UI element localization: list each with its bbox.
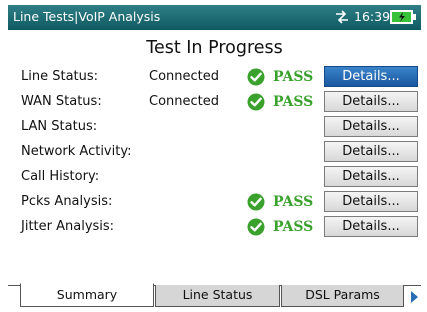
- details-button-pcks-analysis[interactable]: Details...: [324, 191, 418, 212]
- pass-indicator: PASS: [247, 192, 313, 212]
- row-label: Jitter Analysis:: [21, 219, 115, 234]
- check-circle-icon: [247, 93, 265, 111]
- pass-label: PASS: [273, 69, 314, 85]
- details-button-lan-status[interactable]: Details...: [324, 116, 418, 137]
- row-line-status: Line Status: Connected PASS Details...: [8, 66, 421, 88]
- row-label: Pcks Analysis:: [21, 194, 113, 209]
- device-screen: Line Tests|VoIP Analysis 16:39 Test In P…: [8, 5, 421, 307]
- pass-label: PASS: [273, 94, 314, 110]
- check-circle-icon: [247, 218, 265, 236]
- scroll-right-icon[interactable]: [406, 286, 421, 307]
- pass-label: PASS: [273, 194, 314, 210]
- details-button-network-activity[interactable]: Details...: [324, 141, 418, 162]
- details-button-line-status[interactable]: Details...: [324, 66, 418, 87]
- pass-label: PASS: [273, 219, 314, 235]
- pass-indicator: PASS: [247, 217, 313, 237]
- page-title: Test In Progress: [146, 38, 283, 58]
- battery-charging-icon: [390, 10, 416, 24]
- row-pcks-analysis: Pcks Analysis: PASS Details...: [8, 191, 421, 213]
- clock: 16:39: [354, 9, 391, 24]
- row-call-history: Call History: Details...: [8, 166, 421, 188]
- row-label: Line Status:: [21, 69, 99, 84]
- row-lan-status: LAN Status: Details...: [8, 116, 421, 138]
- network-arrows-icon: [335, 10, 349, 24]
- details-button-jitter-analysis[interactable]: Details...: [324, 216, 418, 237]
- row-value: Connected: [149, 69, 220, 84]
- tab-line-status[interactable]: Line Status: [155, 285, 280, 307]
- row-wan-status: WAN Status: Connected PASS Details...: [8, 91, 421, 113]
- row-network-activity: Network Activity: Details...: [8, 141, 421, 163]
- tab-dsl-params[interactable]: DSL Params: [281, 285, 404, 307]
- row-label: LAN Status:: [21, 119, 98, 134]
- details-button-wan-status[interactable]: Details...: [324, 91, 418, 112]
- window-title: Line Tests|VoIP Analysis: [13, 9, 161, 24]
- row-jitter-analysis: Jitter Analysis: PASS Details...: [8, 216, 421, 238]
- tab-bar: Summary Line Status DSL Params: [8, 283, 421, 307]
- row-label: Call History:: [21, 169, 100, 184]
- title-bar: Line Tests|VoIP Analysis 16:39: [8, 5, 421, 30]
- check-circle-icon: [247, 68, 265, 86]
- check-circle-icon: [247, 193, 265, 211]
- tab-summary[interactable]: Summary: [20, 283, 154, 307]
- details-button-call-history[interactable]: Details...: [324, 166, 418, 187]
- row-label: Network Activity:: [21, 144, 132, 159]
- row-label: WAN Status:: [21, 94, 102, 109]
- pass-indicator: PASS: [247, 92, 313, 112]
- pass-indicator: PASS: [247, 67, 313, 87]
- row-value: Connected: [149, 94, 220, 109]
